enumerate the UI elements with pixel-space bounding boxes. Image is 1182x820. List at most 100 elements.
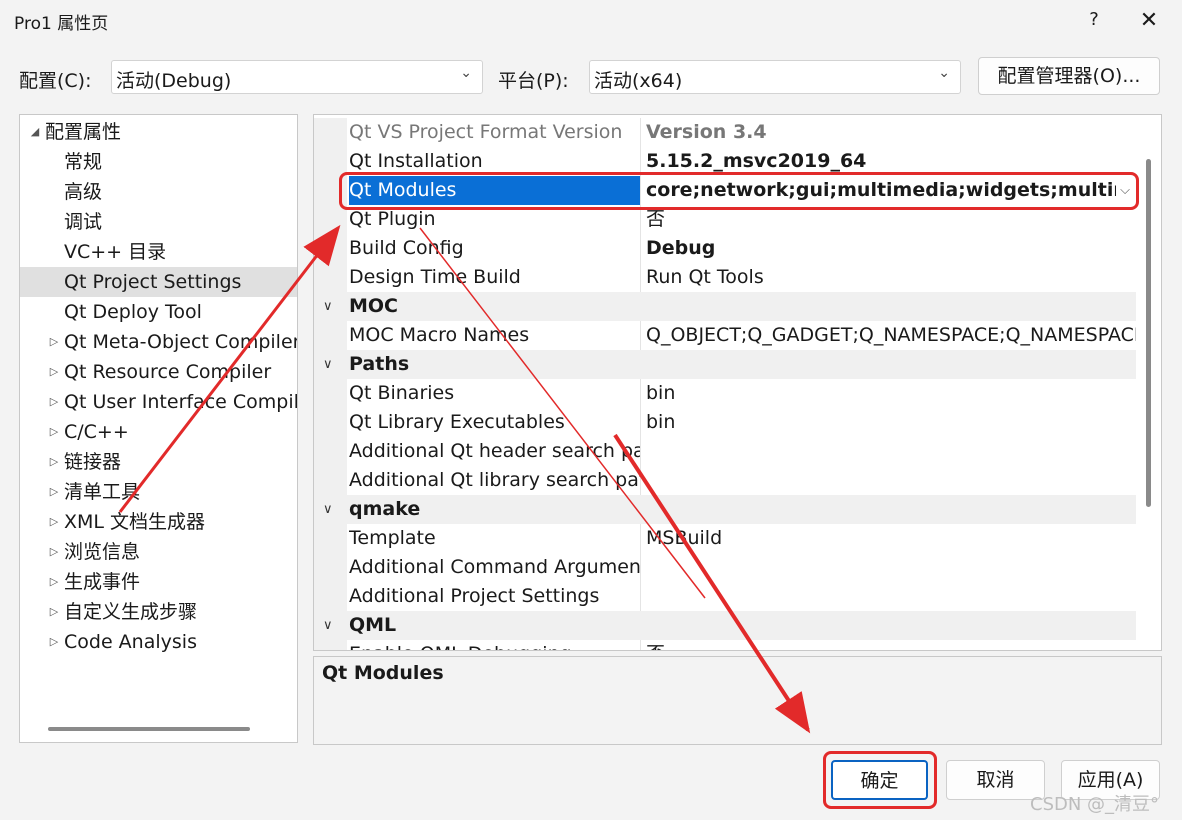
property-row[interactable]: Enable QML Debugging 否: [314, 640, 1136, 650]
tree-item[interactable]: ◢ 配置属性: [20, 117, 297, 147]
tree-item[interactable]: 高级: [20, 177, 297, 207]
platform-combo[interactable]: 活动(x64) ⌄: [589, 60, 961, 94]
tree-item[interactable]: ▷ 链接器: [20, 447, 297, 477]
tree-item[interactable]: VC++ 目录: [20, 237, 297, 267]
property-row[interactable]: Qt Binaries bin: [314, 379, 1136, 408]
expand-icon[interactable]: ▷: [47, 567, 61, 597]
tree-item[interactable]: ▷ C/C++: [20, 417, 297, 447]
property-row[interactable]: Design Time Build Run Qt Tools: [314, 263, 1136, 292]
property-name: Design Time Build: [349, 263, 641, 292]
row-gutter: [314, 234, 347, 263]
tree-item[interactable]: ▷ 生成事件: [20, 567, 297, 597]
tree-item[interactable]: ▷ XML 文档生成器: [20, 507, 297, 537]
property-row[interactable]: Additional Command Arguments: [314, 553, 1136, 582]
chevron-down-icon: ⌄: [938, 65, 950, 81]
row-gutter: [314, 553, 347, 582]
expand-icon[interactable]: ▷: [47, 387, 61, 417]
category-row[interactable]: ∨ qmake: [314, 495, 1136, 524]
property-value: Run Qt Tools: [646, 263, 1136, 292]
property-value-text: bin: [646, 411, 676, 433]
tree-item-label: 高级: [64, 181, 103, 203]
category-row[interactable]: ∨ MOC: [314, 292, 1136, 321]
config-manager-button[interactable]: 配置管理器(O)...: [978, 57, 1160, 95]
tree-item[interactable]: ▷ Qt Resource Compiler: [20, 357, 297, 387]
grid-vertical-scrollbar[interactable]: [1146, 159, 1151, 507]
category-row[interactable]: ∨ Paths: [314, 350, 1136, 379]
help-button[interactable]: ?: [1080, 6, 1108, 34]
category-row[interactable]: ∨ QML: [314, 611, 1136, 640]
property-name: Template: [349, 524, 641, 553]
expand-icon[interactable]: ▷: [47, 327, 61, 357]
row-gutter: [314, 408, 347, 437]
property-value: bin: [646, 379, 1136, 408]
tree-item[interactable]: ▷ 浏览信息: [20, 537, 297, 567]
property-row[interactable]: Additional Qt library search paths: [314, 466, 1136, 495]
tree-item-label: 配置属性: [45, 121, 122, 143]
collapse-icon[interactable]: ◢: [28, 117, 42, 147]
property-value-text: Q_OBJECT;Q_GADGET;Q_NAMESPACE;Q_NAMESPAC…: [646, 324, 1136, 346]
property-name: Additional Qt header search paths: [349, 437, 641, 466]
platform-label: 平台(P):: [498, 70, 569, 92]
tree-item[interactable]: ▷ Code Analysis: [20, 627, 297, 657]
config-value: 活动(Debug): [116, 70, 232, 92]
tree-item[interactable]: ▷ Qt Meta-Object Compiler: [20, 327, 297, 357]
highlight-box-qt-modules: [339, 172, 1139, 210]
tree-item-label: 常规: [64, 151, 103, 173]
tree-item-label: Qt User Interface Compiler: [64, 391, 298, 413]
row-gutter: [314, 640, 347, 650]
tree-item-label: 清单工具: [64, 481, 141, 503]
property-tree[interactable]: ◢ 配置属性常规高级调试 VC++ 目录 Qt Project Settings Qt …: [19, 114, 298, 743]
expand-icon[interactable]: ▷: [47, 597, 61, 627]
expand-icon[interactable]: ▷: [47, 357, 61, 387]
tree-item[interactable]: 调试: [20, 207, 297, 237]
config-combo[interactable]: 活动(Debug) ⌄: [111, 60, 483, 94]
tree-horizontal-scrollbar[interactable]: [48, 727, 250, 731]
property-row[interactable]: Additional Project Settings: [314, 582, 1136, 611]
property-row[interactable]: Build Config Debug: [314, 234, 1136, 263]
row-gutter: [314, 379, 347, 408]
category-name: MOC: [349, 295, 399, 317]
row-gutter: [314, 437, 347, 466]
tree-item-label: Qt Deploy Tool: [64, 301, 202, 323]
chevron-down-icon: ⌄: [460, 65, 472, 81]
expand-icon[interactable]: ▷: [47, 627, 61, 657]
property-name: Qt VS Project Format Version: [349, 118, 641, 147]
property-value: [646, 553, 1136, 582]
expand-icon[interactable]: ▷: [47, 417, 61, 447]
tree-item-label: Qt Project Settings: [64, 271, 242, 293]
tree-item-label: 浏览信息: [64, 541, 141, 563]
property-value: Debug: [646, 234, 1136, 263]
property-value-text: 5.15.2_msvc2019_64: [646, 150, 867, 172]
chevron-down-icon[interactable]: ∨: [323, 292, 333, 321]
property-row[interactable]: Qt VS Project Format Version Version 3.4: [314, 118, 1136, 147]
row-gutter: [314, 263, 347, 292]
tree-item[interactable]: ▷ 清单工具: [20, 477, 297, 507]
category-name: Paths: [349, 353, 410, 375]
property-row[interactable]: Template MSBuild: [314, 524, 1136, 553]
property-row[interactable]: Additional Qt header search paths: [314, 437, 1136, 466]
property-value: [646, 466, 1136, 495]
expand-icon[interactable]: ▷: [47, 477, 61, 507]
property-row[interactable]: Qt Library Executables bin: [314, 408, 1136, 437]
row-gutter: [314, 147, 347, 176]
chevron-down-icon[interactable]: ∨: [323, 611, 333, 640]
property-value: MSBuild: [646, 524, 1136, 553]
tree-item[interactable]: 常规: [20, 147, 297, 177]
tree-item[interactable]: Qt Deploy Tool: [20, 297, 297, 327]
property-name: Build Config: [349, 234, 641, 263]
row-gutter: [314, 582, 347, 611]
tree-item[interactable]: ▷ Qt User Interface Compiler: [20, 387, 297, 417]
expand-icon[interactable]: ▷: [47, 507, 61, 537]
expand-icon[interactable]: ▷: [47, 447, 61, 477]
tree-item-label: 自定义生成步骤: [64, 601, 198, 623]
tree-item[interactable]: Qt Project Settings: [20, 267, 297, 297]
property-row[interactable]: MOC Macro Names Q_OBJECT;Q_GADGET;Q_NAMES…: [314, 321, 1136, 350]
chevron-down-icon[interactable]: ∨: [323, 350, 333, 379]
expand-icon[interactable]: ▷: [47, 537, 61, 567]
close-button[interactable]: ✕: [1134, 6, 1164, 36]
property-value-text: Version 3.4: [646, 121, 767, 143]
chevron-down-icon[interactable]: ∨: [323, 495, 333, 524]
window-title: Pro1 属性页: [14, 14, 109, 34]
watermark: CSDN @_清豆°: [1030, 794, 1160, 815]
tree-item[interactable]: ▷ 自定义生成步骤: [20, 597, 297, 627]
